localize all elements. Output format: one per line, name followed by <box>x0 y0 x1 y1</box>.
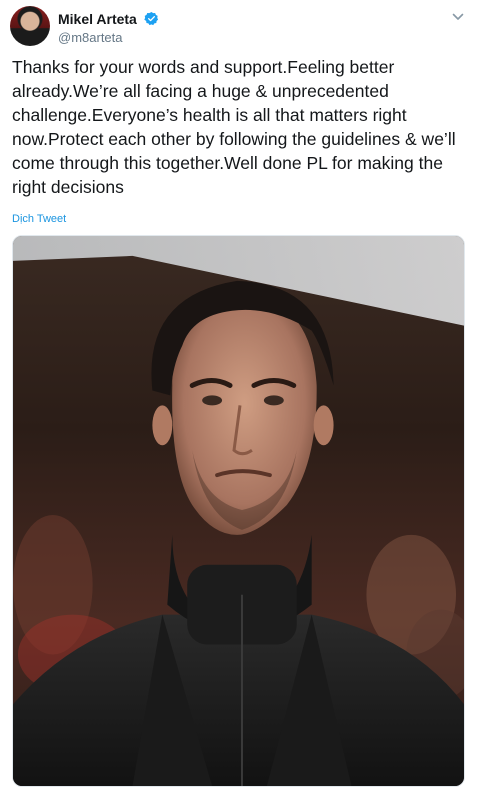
avatar[interactable] <box>10 6 50 46</box>
translate-tweet-link[interactable]: Dịch Tweet <box>12 213 66 225</box>
photo-of-man-in-dark-coat <box>13 236 464 786</box>
tweet-card: Mikel Arteta @m8arteta Thanks for your w… <box>0 0 479 795</box>
author-handle[interactable]: @m8arteta <box>58 30 159 45</box>
verified-badge-icon <box>144 12 159 26</box>
author-names[interactable]: Mikel Arteta @m8arteta <box>58 10 159 45</box>
tweet-photo[interactable] <box>12 235 465 787</box>
tweet-header: Mikel Arteta @m8arteta <box>10 6 469 48</box>
chevron-down-icon[interactable] <box>451 10 465 24</box>
tweet-text: Thanks for your words and support.Feelin… <box>12 57 456 197</box>
author-display-name[interactable]: Mikel Arteta <box>58 11 137 27</box>
